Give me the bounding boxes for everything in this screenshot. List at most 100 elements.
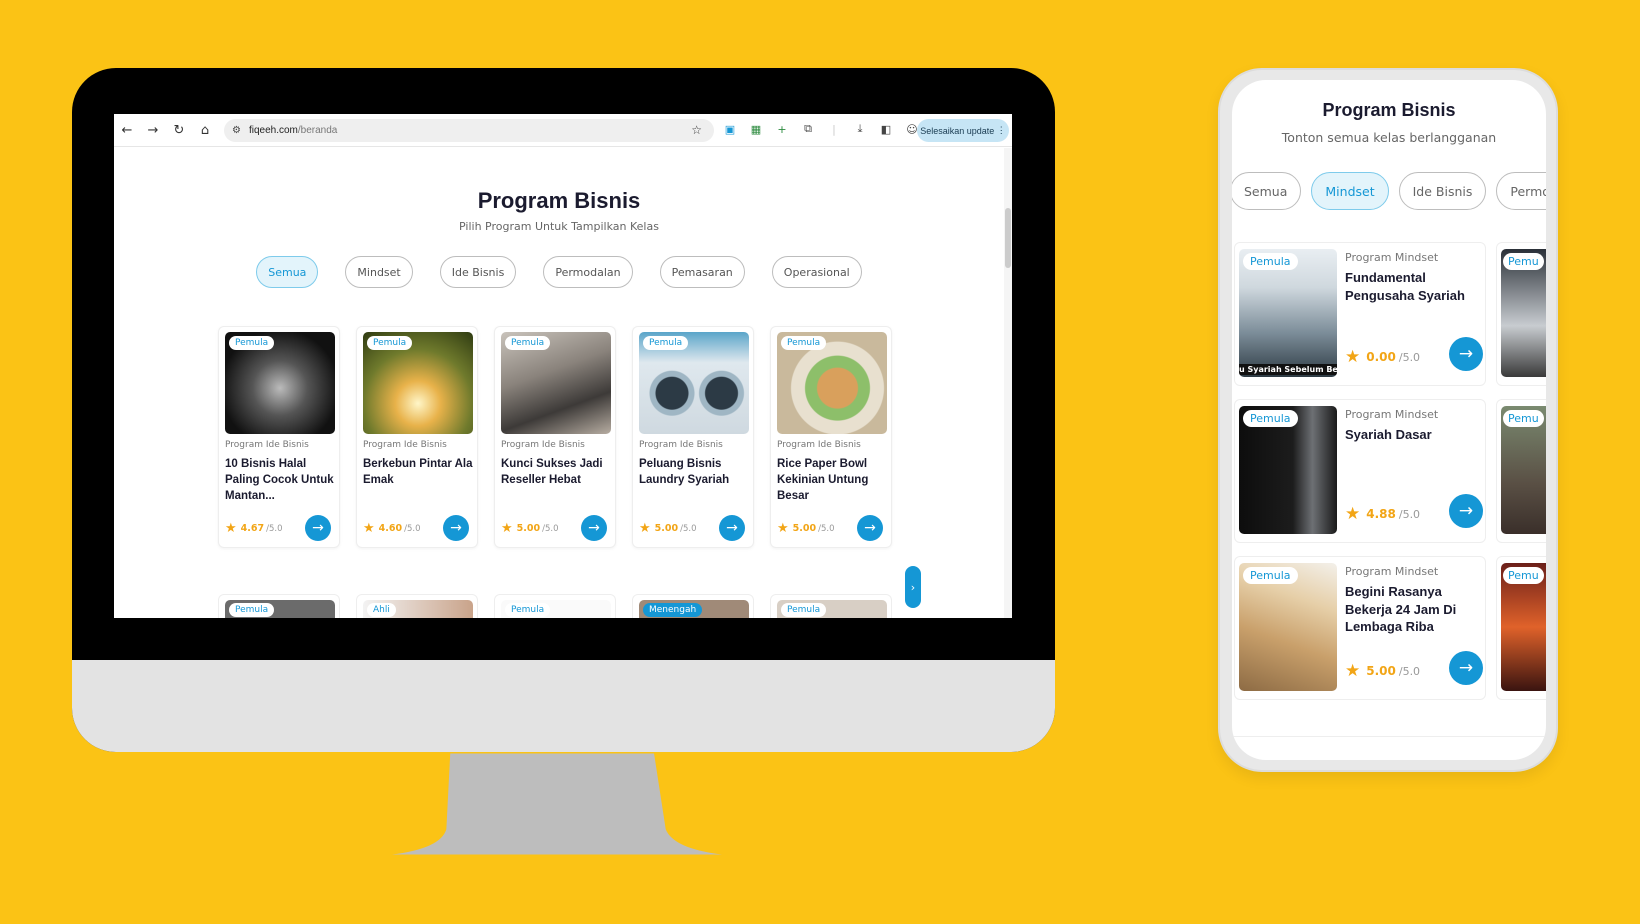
course-card[interactable]: Pemula: [218, 594, 340, 618]
course-category: Program Ide Bisnis: [225, 440, 309, 450]
sidepanel-icon[interactable]: ◧: [878, 121, 894, 137]
scrollbar-thumb[interactable]: [1005, 208, 1011, 268]
course-rating: ★ 0.00/5.0: [1345, 347, 1421, 367]
course-card[interactable]: u Syariah Sebelum Ber Pemula Program Min…: [1234, 242, 1486, 386]
mobile-phone: Program Bisnis Tonton semua kelas berlan…: [1218, 68, 1558, 772]
level-badge: Pemu: [1503, 567, 1544, 584]
course-category: Program Ide Bisnis: [363, 440, 447, 450]
level-badge: Pemula: [505, 336, 551, 350]
back-icon[interactable]: ←: [114, 117, 140, 143]
open-course-button[interactable]: →: [1449, 494, 1483, 528]
mobile-screen: Program Bisnis Tonton semua kelas berlan…: [1232, 80, 1546, 760]
course-category: Program Ide Bisnis: [777, 440, 861, 450]
tab-operasional[interactable]: Operasional: [771, 256, 862, 288]
home-icon[interactable]: ⌂: [192, 117, 218, 143]
course-grid-row-2: Pemula Ahli Pemula Menengah Pemula: [218, 594, 892, 618]
course-card[interactable]: Pemula Program Ide Bisnis Rice Paper Bow…: [770, 326, 892, 548]
star-icon: ★: [777, 521, 789, 536]
extension-icon[interactable]: ▣: [722, 121, 738, 137]
course-name: Kunci Sukses Jadi Reseller Hebat: [501, 458, 603, 486]
open-course-button[interactable]: →: [1449, 651, 1483, 685]
extension-plus-icon[interactable]: +: [774, 121, 790, 137]
course-rating: ★ 4.88/5.0: [1345, 504, 1421, 524]
divider: [1232, 736, 1546, 737]
course-card[interactable]: Pemula: [494, 594, 616, 618]
course-category: Program Mindset: [1345, 565, 1439, 578]
open-course-button[interactable]: →: [719, 515, 745, 541]
puzzle-icon[interactable]: ⧉: [800, 121, 816, 137]
tab-ide-bisnis[interactable]: Ide Bisnis: [439, 256, 517, 288]
course-card[interactable]: Pemula Program Mindset Syariah Dasar ★ 4.…: [1234, 399, 1486, 543]
course-card[interactable]: Pemula Program Ide Bisnis Kunci Sukses J…: [494, 326, 616, 548]
url-text: fiqeeh.com/beranda: [248, 125, 338, 136]
course-name: Peluang Bisnis Laundry Syariah: [639, 458, 730, 486]
course-card-peek[interactable]: Pemu: [1496, 399, 1546, 543]
star-icon: ★: [1345, 504, 1361, 524]
mobile-page-title: Program Bisnis: [1322, 100, 1456, 120]
course-name: 10 Bisnis Halal Paling Cocok Untuk Manta…: [225, 458, 334, 502]
course-rating: ★ 4.60/5.0: [363, 521, 421, 536]
course-card-peek[interactable]: Pemu: [1496, 242, 1546, 386]
tab-mindset[interactable]: Mindset: [1311, 172, 1389, 210]
update-button[interactable]: Selesaikan update ⋮: [917, 119, 1009, 142]
course-category: Program Mindset: [1345, 251, 1439, 264]
level-badge: Pemula: [229, 336, 275, 350]
monitor-bezel: ← → ↻ ⌂ ⚙ fiqeeh.com/beranda ☆ ▣ ▦ + ⧉ |…: [72, 68, 1055, 752]
course-grid: Pemula Program Ide Bisnis 10 Bisnis Hala…: [218, 326, 892, 548]
course-category: Program Ide Bisnis: [501, 440, 585, 450]
tab-pemasaran[interactable]: Pemasaran: [659, 256, 745, 288]
star-icon: ★: [501, 521, 513, 536]
level-badge: Pemula: [781, 336, 827, 350]
course-rating: ★ 5.00/5.0: [501, 521, 559, 536]
level-badge: Menengah: [643, 603, 703, 617]
course-card[interactable]: Pemula Program Ide Bisnis Berkebun Pinta…: [356, 326, 478, 548]
course-category: Program Ide Bisnis: [639, 440, 723, 450]
tab-ide-bisnis[interactable]: Ide Bisnis: [1398, 172, 1487, 210]
course-card[interactable]: Pemula Program Ide Bisnis 10 Bisnis Hala…: [218, 326, 340, 548]
tab-semua[interactable]: Semua: [256, 256, 319, 288]
bookmark-star-icon[interactable]: ☆: [691, 123, 702, 137]
course-card[interactable]: Pemula: [770, 594, 892, 618]
course-name: Rice Paper Bowl Kekinian Untung Besar: [777, 458, 869, 502]
tab-mindset[interactable]: Mindset: [345, 256, 413, 288]
course-rating: ★ 5.00/5.0: [1345, 661, 1421, 681]
page-content: Program Bisnis Pilih Program Untuk Tampi…: [114, 148, 1012, 618]
level-badge: Ahli: [367, 603, 396, 617]
forward-icon[interactable]: →: [140, 117, 166, 143]
course-card[interactable]: Ahli: [356, 594, 478, 618]
course-name: Begini Rasanya Bekerja 24 Jam Di Lembaga…: [1345, 584, 1457, 634]
open-course-button[interactable]: →: [305, 515, 331, 541]
level-badge: Pemu: [1503, 253, 1544, 270]
open-course-button[interactable]: →: [857, 515, 883, 541]
mobile-page-subtitle: Tonton semua kelas berlangganan: [1281, 130, 1497, 145]
address-bar[interactable]: ⚙ fiqeeh.com/beranda ☆: [224, 119, 714, 142]
open-course-button[interactable]: →: [581, 515, 607, 541]
site-settings-icon[interactable]: ⚙: [232, 125, 241, 136]
category-tabs: Semua Mindset Ide Bisnis Permodalan Pema…: [114, 256, 1004, 288]
page-title: Program Bisnis: [477, 188, 641, 213]
level-badge: Pemula: [1243, 253, 1298, 270]
course-card[interactable]: Pemula Program Ide Bisnis Peluang Bisnis…: [632, 326, 754, 548]
scrollbar[interactable]: [1004, 148, 1012, 618]
extension-icon[interactable]: ▦: [748, 121, 764, 137]
star-icon: ★: [363, 521, 375, 536]
tab-semua[interactable]: Semua: [1232, 172, 1302, 210]
open-course-button[interactable]: →: [443, 515, 469, 541]
carousel-next-button[interactable]: ›: [905, 566, 921, 608]
course-card[interactable]: Menengah: [632, 594, 754, 618]
course-rating: ★ 4.67/5.0: [225, 521, 283, 536]
level-badge: Pemula: [367, 336, 413, 350]
course-card[interactable]: Pemula Program Mindset Begini Rasanya Be…: [1234, 556, 1486, 700]
tab-permodalan[interactable]: Permodalan: [543, 256, 633, 288]
download-icon[interactable]: ⤓: [852, 121, 868, 137]
tab-permodalan[interactable]: Permod: [1496, 172, 1546, 210]
mobile-category-tabs: Semua Mindset Ide Bisnis Permod: [1232, 172, 1546, 210]
level-badge: Pemula: [505, 603, 551, 617]
level-badge: Pemula: [781, 603, 827, 617]
course-card-peek[interactable]: Pemu: [1496, 556, 1546, 700]
level-badge: Pemula: [1243, 567, 1298, 584]
course-rating: ★ 5.00/5.0: [777, 521, 835, 536]
level-badge: Pemula: [1243, 410, 1298, 427]
open-course-button[interactable]: →: [1449, 337, 1483, 371]
reload-icon[interactable]: ↻: [166, 117, 192, 143]
